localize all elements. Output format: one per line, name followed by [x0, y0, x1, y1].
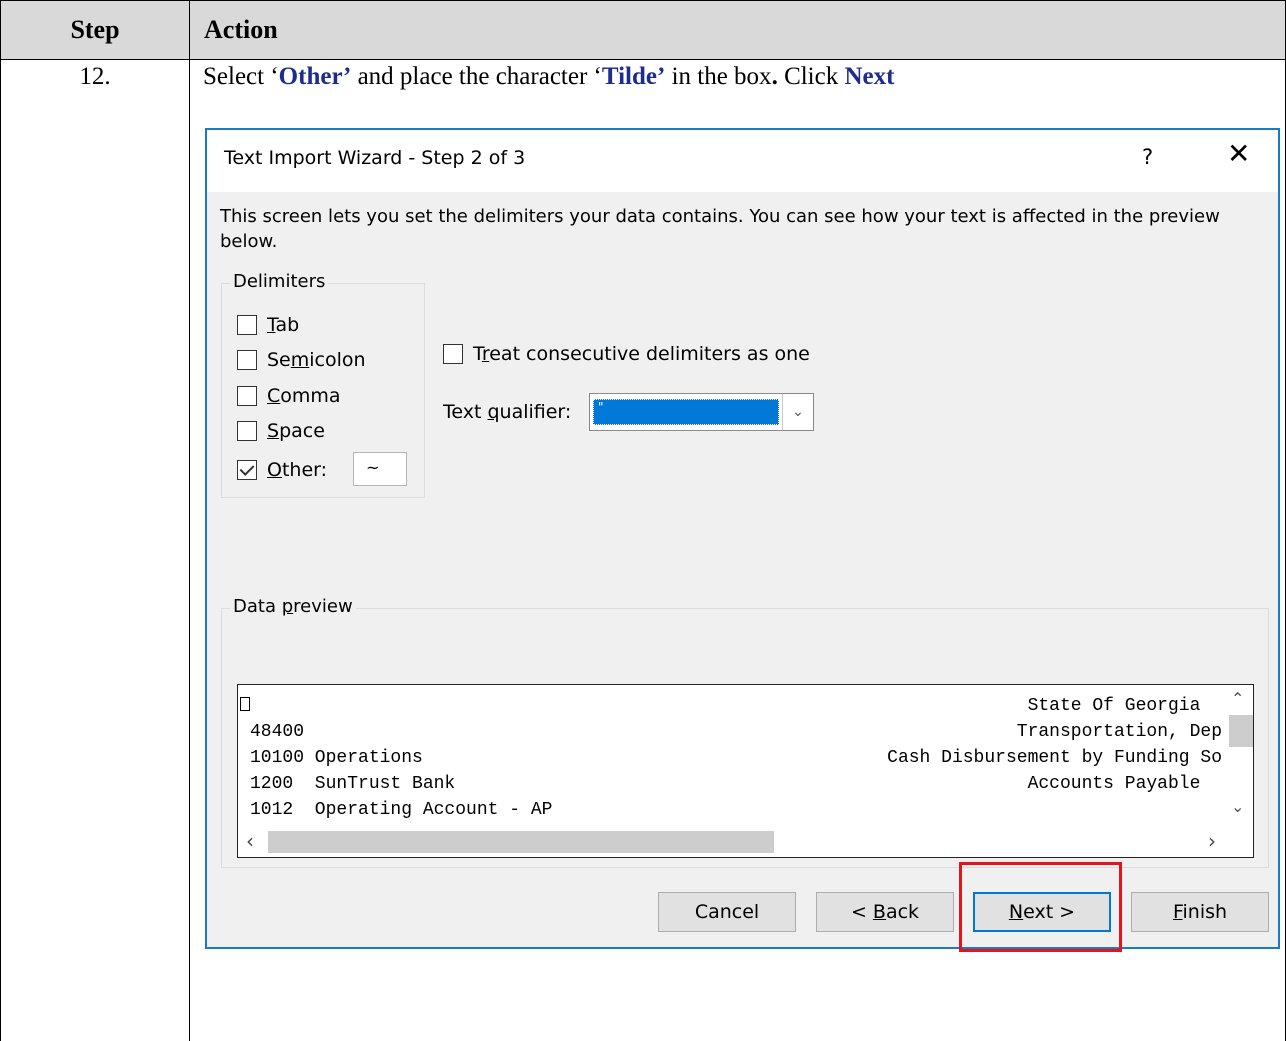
scroll-left-icon[interactable]: ‹ — [246, 829, 254, 853]
other-delimiter-input[interactable]: ~ — [353, 452, 407, 486]
preview-lines: State Of Georgia 48400 Transportation, De… — [250, 693, 1222, 823]
preview-line: State Of Georgia — [1027, 696, 1222, 716]
dialog-titlebar: Text Import Wizard - Step 2 of 3 ? ✕ — [207, 130, 1278, 192]
semicolon-checkbox[interactable]: Semicolon — [237, 347, 366, 373]
horizontal-scroll-thumb[interactable] — [268, 831, 774, 853]
space-label: Space — [267, 420, 325, 442]
other-checkbox-box[interactable] — [237, 460, 257, 480]
cancel-button[interactable]: Cancel — [658, 892, 796, 932]
instruction-text-1: Select ‘ — [203, 63, 279, 90]
instruction-text-2: and place the character ‘ — [351, 63, 602, 90]
tab-checkbox-box[interactable] — [237, 315, 257, 335]
finish-button[interactable]: Finish — [1131, 892, 1269, 932]
header-action: Action — [189, 0, 1286, 60]
comma-label: Comma — [267, 385, 341, 407]
text-qualifier-value: " — [593, 399, 779, 425]
scroll-right-icon[interactable]: › — [1208, 829, 1216, 853]
step-instruction: Select ‘Other’ and place the character ‘… — [203, 63, 894, 91]
treat-consecutive-label: Treat consecutive delimiters as one — [473, 343, 810, 365]
help-button[interactable]: ? — [1142, 145, 1153, 169]
text-import-wizard-dialog: Text Import Wizard - Step 2 of 3 ? ✕ Thi… — [205, 128, 1280, 949]
comma-checkbox[interactable]: Comma — [237, 383, 341, 409]
preview-line: 48400 Transportation, Dep — [250, 722, 1222, 742]
instruction-text-4: Click — [777, 63, 845, 90]
vertical-scrollbar[interactable]: ⌃ ⌄ — [1223, 685, 1253, 825]
preview-line: 10100 Operations Cash Disbursement by Fun… — [250, 748, 1222, 768]
back-button[interactable]: < Back — [816, 892, 954, 932]
space-checkbox-box[interactable] — [237, 421, 257, 441]
instruction-keyword-tilde: Tilde’ — [601, 63, 666, 90]
left-border — [0, 60, 1, 1041]
instruction-text-3: in the box — [665, 63, 772, 90]
scroll-down-icon[interactable]: ⌄ — [1231, 797, 1244, 816]
tab-checkbox[interactable]: Tab — [237, 312, 299, 338]
vertical-scroll-thumb[interactable] — [1229, 715, 1253, 747]
delimiters-legend: Delimiters — [230, 271, 329, 292]
close-button[interactable]: ✕ — [1227, 140, 1250, 168]
data-preview-box[interactable]: State Of Georgia 48400 Transportation, De… — [237, 684, 1254, 858]
other-label: Other: — [267, 459, 328, 481]
step-number: 12. — [79, 63, 111, 90]
instruction-keyword-next: Next — [844, 63, 895, 90]
semicolon-label: Semicolon — [267, 349, 366, 371]
data-preview-legend: Data preview — [230, 596, 356, 617]
text-qualifier-select[interactable]: " ⌄ — [589, 393, 814, 431]
horizontal-scrollbar[interactable]: ‹ › — [238, 825, 1253, 857]
treat-consecutive-checkbox[interactable]: Treat consecutive delimiters as one — [443, 343, 810, 365]
other-checkbox[interactable]: Other: — [237, 457, 327, 483]
chevron-down-icon[interactable]: ⌄ — [782, 394, 813, 430]
preview-line: 1012 Operating Account - AP — [250, 800, 553, 820]
space-checkbox[interactable]: Space — [237, 418, 325, 444]
preview-line: 1200 SunTrust Bank Accounts Payable — [250, 774, 1222, 794]
next-button-highlight-box — [959, 862, 1122, 952]
scroll-up-icon[interactable]: ⌃ — [1231, 689, 1244, 708]
dialog-title: Text Import Wizard - Step 2 of 3 — [224, 147, 526, 169]
header-step: Step — [0, 0, 190, 60]
comma-checkbox-box[interactable] — [237, 386, 257, 406]
tab-label: Tab — [267, 314, 300, 336]
treat-consecutive-checkbox-box[interactable] — [443, 344, 463, 364]
text-cursor-icon — [240, 697, 250, 711]
dialog-description: This screen lets you set the delimiters … — [220, 206, 1220, 252]
instruction-keyword-other: Other’ — [278, 63, 352, 90]
text-qualifier-label: Text qualifier: — [443, 401, 572, 423]
column-divider — [189, 60, 190, 1041]
semicolon-checkbox-box[interactable] — [237, 350, 257, 370]
